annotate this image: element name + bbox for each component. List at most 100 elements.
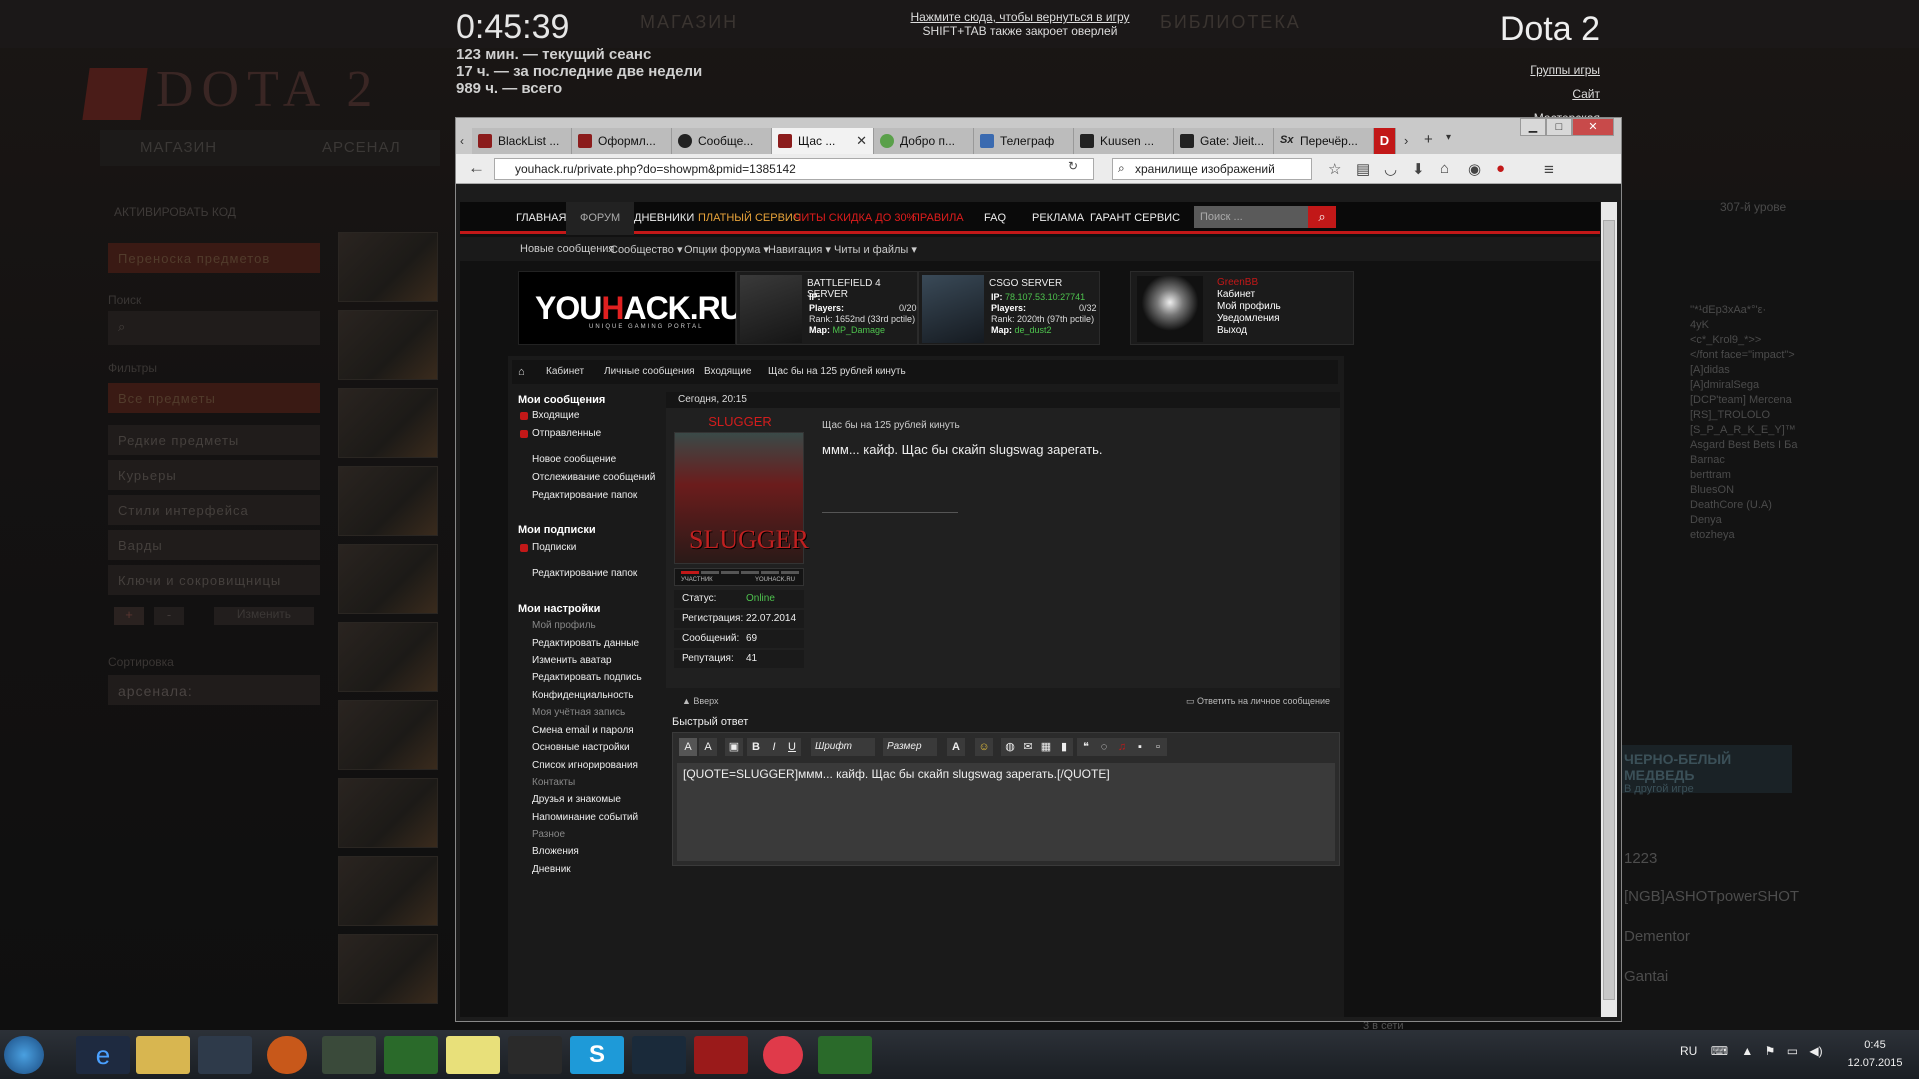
dota-friend-name[interactable]: berttram [1690, 469, 1731, 481]
dota-item[interactable] [338, 310, 438, 380]
subnav-forum-options[interactable]: Опции форума ▾ [684, 243, 769, 256]
remove-format-icon[interactable]: A [699, 738, 717, 756]
media-player-icon[interactable] [198, 1036, 252, 1074]
sidebar-item-avatar[interactable]: Изменить аватар [532, 655, 612, 666]
dota-friend-name[interactable]: [DCP'team] Mercena [1690, 394, 1792, 406]
dota-friend-name[interactable]: [S_P_A_R_K_E_Y]™ [1690, 424, 1796, 436]
dota-filter-couriers[interactable]: Курьеры [108, 460, 320, 490]
dota-friend-name[interactable]: [A]dmiralSega [1690, 379, 1759, 391]
tab-blacklist[interactable]: BlackList ... [472, 128, 572, 154]
dota-subtab-store[interactable]: МАГАЗИН [140, 139, 217, 156]
network-icon[interactable]: ▭ [1787, 1044, 1798, 1058]
dota-filter-rare[interactable]: Редкие предметы [108, 425, 320, 455]
reading-list-icon[interactable]: ▤ [1356, 160, 1370, 178]
reply-to-pm-link[interactable]: ▭ Ответить на личное сообщение [1186, 696, 1330, 707]
tab-list-icon[interactable]: ▾ [1446, 132, 1451, 143]
dota-friend-name[interactable]: [RS]_TROLOLO [1690, 409, 1770, 421]
dota-item[interactable] [338, 778, 438, 848]
menu-icon[interactable]: ≡ [1544, 160, 1554, 180]
dota-add-button[interactable]: + [114, 607, 144, 625]
language-indicator[interactable]: RU [1680, 1044, 1697, 1058]
spoiler-icon[interactable]: ◌ [1095, 738, 1113, 756]
chat-icon[interactable]: ◉ [1468, 160, 1481, 178]
dota-search-input[interactable]: ⌕ [108, 311, 320, 345]
sidebar-item-edit-folders[interactable]: Редактирование папок [532, 568, 637, 579]
code-icon[interactable]: ▪ [1131, 738, 1149, 756]
user-link-profile[interactable]: Мой профиль [1217, 301, 1281, 312]
notes-icon[interactable] [446, 1036, 500, 1074]
skype-icon[interactable]: S [570, 1036, 624, 1074]
tabs-scroll-right-icon[interactable]: › [1404, 133, 1408, 148]
dota-filter-hud[interactable]: Стили интерфейса [108, 495, 320, 525]
underline-icon[interactable]: U [783, 738, 801, 756]
dota-friend-name[interactable]: </font face="impact"> [1690, 349, 1795, 361]
game-groups-link[interactable]: Группы игры [1330, 58, 1600, 82]
sidebar-item-general[interactable]: Основные настройки [532, 742, 630, 753]
dota-friend-name[interactable]: <c*_Krol9_*>> [1690, 334, 1761, 346]
pocket-icon[interactable]: ◡ [1384, 160, 1397, 178]
dota-friend-name[interactable]: Denya [1690, 514, 1722, 526]
nav-faq[interactable]: FAQ [984, 212, 1006, 224]
tab-telegraph[interactable]: Телеграф [974, 128, 1074, 154]
ie-icon[interactable]: e [76, 1036, 130, 1074]
site-search-input[interactable]: Поиск ... [1194, 206, 1308, 228]
more-icon[interactable]: ▫ [1149, 738, 1167, 756]
tab-current[interactable]: Щас ... ✕ [772, 128, 874, 154]
dota-item[interactable] [338, 622, 438, 692]
dota-subtab-armory[interactable]: АРСЕНАЛ [322, 139, 401, 156]
csgo-server-widget[interactable]: CSGO SERVER IP: 78.107.53.10:27741 Playe… [918, 271, 1100, 345]
link-icon[interactable]: ◍ [1001, 738, 1019, 756]
subnav-community[interactable]: Сообщество ▾ [610, 243, 682, 256]
font-select[interactable]: Шрифт [811, 738, 875, 756]
app-icon[interactable] [508, 1036, 562, 1074]
home-icon[interactable]: ⌂ [518, 366, 525, 378]
dota-filter-keys[interactable]: Ключи и сокровищницы [108, 565, 320, 595]
dota-friend-name[interactable]: etozheya [1690, 529, 1735, 541]
sidebar-item-email[interactable]: Смена email и пароля [532, 725, 634, 736]
smiley-icon[interactable]: ☺ [975, 738, 993, 756]
dota-friend-name[interactable]: Barnac [1690, 454, 1725, 466]
minecraft-icon[interactable] [384, 1036, 438, 1074]
italic-icon[interactable]: I [765, 738, 783, 756]
sidebar-item-tracking[interactable]: Отслеживание сообщений [532, 472, 655, 483]
return-to-game-link[interactable]: Нажмите сюда, чтобы вернуться в игру [910, 10, 1129, 24]
email-icon[interactable]: ✉ [1019, 738, 1037, 756]
author-avatar[interactable]: SLUGGER [674, 432, 809, 564]
url-bar[interactable]: youhack.ru/private.php?do=showpm&pmid=13… [494, 158, 1094, 180]
text-color-icon[interactable]: A [947, 738, 965, 756]
nav-ads[interactable]: РЕКЛАМА [1032, 212, 1084, 224]
sidebar-item-privacy[interactable]: Конфиденциальность [532, 690, 633, 701]
keyboard-icon[interactable]: ⌨ [1711, 1044, 1728, 1058]
tab-recorder[interactable]: Sx Перечёр... [1274, 128, 1374, 154]
nav-cheats-sale[interactable]: ЧИТЫ СКИДКА ДО 30% [794, 212, 916, 224]
dota-item[interactable] [338, 466, 438, 536]
bf4-server-widget[interactable]: BATTLEFIELD 4 SERVER IP: Players: 0/20 Ra… [736, 271, 918, 345]
dota-icon[interactable] [694, 1036, 748, 1074]
dota-item[interactable] [338, 934, 438, 1004]
dota-item[interactable] [338, 232, 438, 302]
nav-rules[interactable]: ПРАВИЛА [912, 212, 964, 224]
reload-icon[interactable]: ↻ [1068, 159, 1078, 173]
crumb-inbox[interactable]: Входящие [704, 366, 751, 377]
dota-friend-name[interactable]: DeathCore (U.A) [1690, 499, 1772, 511]
dota-filter-wards[interactable]: Варды [108, 530, 320, 560]
crumb-pm[interactable]: Личные сообщения [604, 366, 695, 377]
back-to-top-link[interactable]: ▲ Вверх [682, 696, 719, 706]
back-icon[interactable]: ← [468, 158, 485, 178]
search-field[interactable]: ⌕ хранилище изображений [1112, 158, 1312, 180]
sidebar-item-signature[interactable]: Редактировать подпись [532, 672, 642, 683]
author-name[interactable]: SLUGGER [674, 414, 806, 429]
dota-friend-name[interactable]: ''*¹dEp3xAa*°'ε· [1690, 304, 1766, 316]
nav-forum[interactable]: ФОРУМ [566, 202, 635, 235]
sidebar-item-subscriptions[interactable]: Подписки [532, 542, 576, 553]
quote-icon[interactable]: ❝ [1077, 738, 1095, 756]
user-link-notifications[interactable]: Уведомления [1217, 313, 1280, 324]
close-tab-icon[interactable]: ✕ [856, 133, 867, 149]
tab-gate[interactable]: Gate: Jieit... [1174, 128, 1274, 154]
dota-filter-all[interactable]: Все предметы [108, 383, 320, 413]
itunes-icon[interactable] [763, 1036, 803, 1074]
dota-edit-button[interactable]: Изменить [214, 607, 314, 625]
user-link-logout[interactable]: Выход [1217, 325, 1247, 336]
download-icon[interactable]: ⬇ [1412, 160, 1425, 178]
dota-friend-name[interactable]: [A]didas [1690, 364, 1730, 376]
